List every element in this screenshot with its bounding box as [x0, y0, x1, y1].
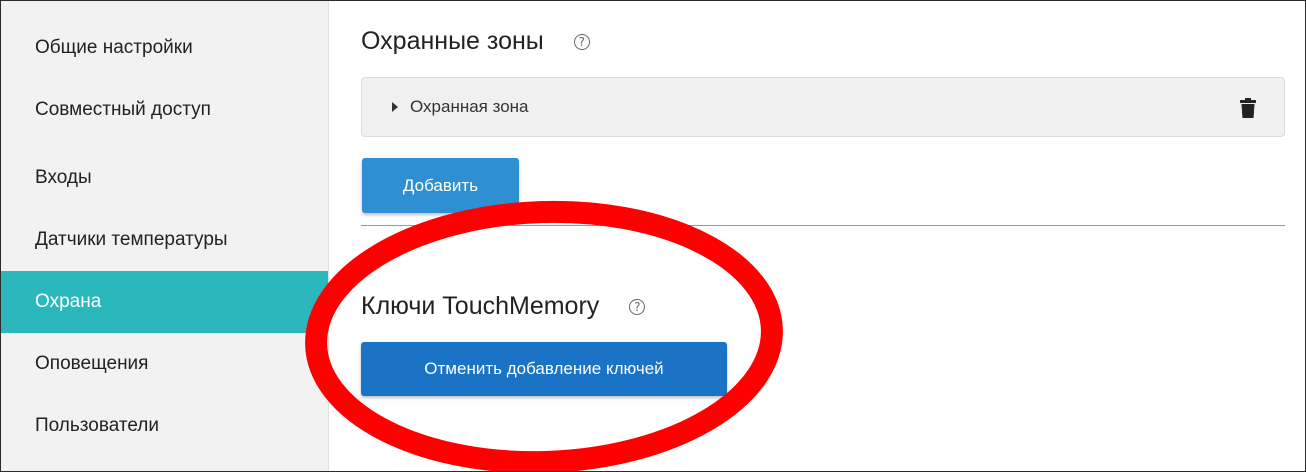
sidebar: Общие настройки Совместный доступ Входы … [1, 1, 329, 471]
security-zone-label: Охранная зона [410, 97, 529, 116]
sidebar-item-general[interactable]: Общие настройки [1, 17, 328, 79]
sidebar-item-temperature-sensors[interactable]: Датчики температуры [1, 209, 328, 271]
trash-icon[interactable] [1240, 98, 1256, 118]
sidebar-item-users[interactable]: Пользователи [1, 395, 328, 457]
sidebar-item-notifications[interactable]: Оповещения [1, 333, 328, 395]
touchmemory-keys-title: Ключи TouchMemory [361, 292, 600, 320]
help-icon[interactable]: ? [573, 33, 590, 50]
security-zones-title: Охранные зоны [361, 27, 544, 55]
touchmemory-keys-heading: Ключи TouchMemory ? [361, 292, 646, 321]
sidebar-item-security[interactable]: Охрана [1, 271, 328, 333]
section-divider [361, 225, 1285, 226]
expand-caret-icon[interactable] [392, 102, 398, 112]
add-zone-button[interactable]: Добавить [362, 158, 519, 213]
security-zones-heading: Охранные зоны ? [361, 27, 590, 56]
sidebar-item-inputs[interactable]: Входы [1, 147, 328, 209]
security-zone-row[interactable]: Охранная зона [361, 77, 1285, 137]
cancel-add-keys-button[interactable]: Отменить добавление ключей [361, 342, 727, 396]
settings-window: Общие настройки Совместный доступ Входы … [0, 0, 1306, 472]
help-icon[interactable]: ? [629, 298, 646, 315]
sidebar-item-sharing[interactable]: Совместный доступ [1, 79, 328, 141]
